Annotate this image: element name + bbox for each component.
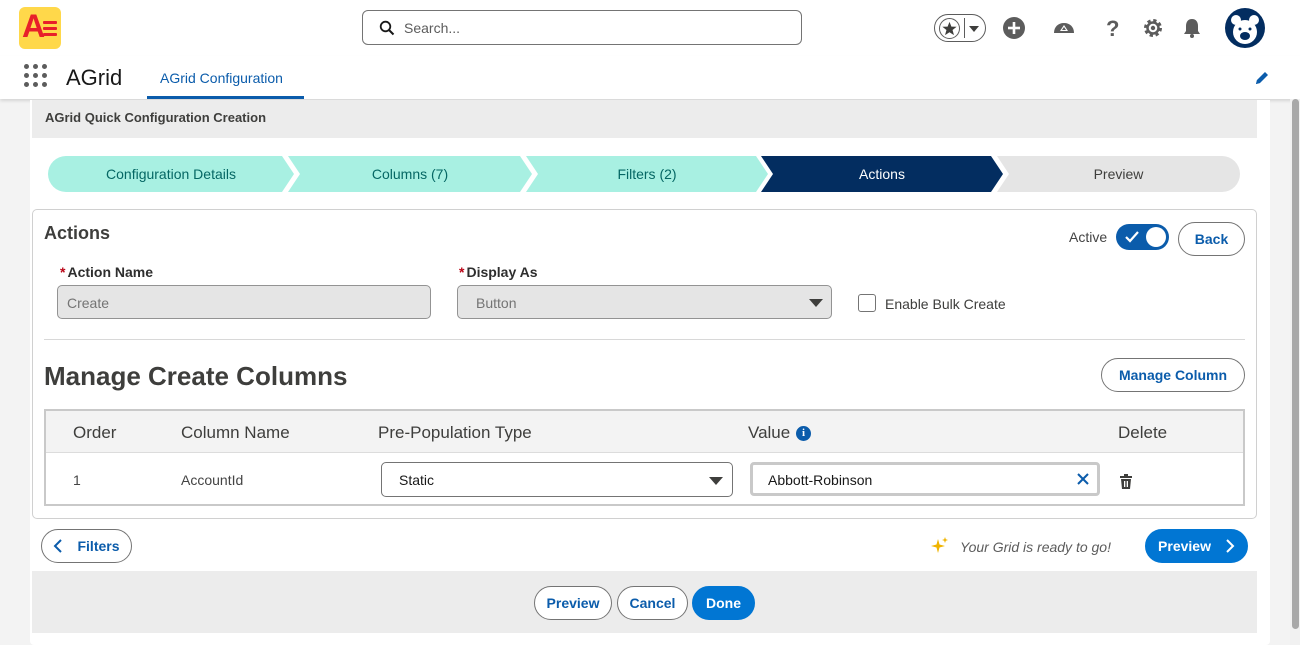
chevron-right-icon	[1226, 539, 1235, 553]
chevron-down-icon	[709, 477, 723, 485]
cell-order: 1	[73, 472, 81, 488]
manage-columns-title: Manage Create Columns	[44, 361, 348, 391]
back-to-filters-button[interactable]: Filters	[41, 529, 132, 563]
manage-column-button[interactable]: Manage Column	[1101, 358, 1245, 392]
delete-trash-icon[interactable]	[1119, 474, 1133, 489]
app-navigation-bar: AGrid AGrid Configuration	[0, 56, 1300, 99]
column-header-pre-population-type: Pre-Population Type	[378, 423, 532, 442]
page-header: AGrid Quick Configuration Creation	[32, 100, 1257, 138]
global-search-input[interactable]: Search...	[362, 10, 802, 45]
sparkle-icon	[931, 537, 948, 553]
action-name-label: * Action Name	[60, 264, 154, 280]
ready-message: Your Grid is ready to go!	[960, 539, 1111, 555]
edit-nav-pencil-icon[interactable]	[1254, 70, 1270, 86]
value-input[interactable]: Abbott-Robinson	[750, 462, 1100, 496]
column-header-order: Order	[73, 423, 117, 442]
global-header: A Search... ?	[0, 0, 1300, 56]
done-button[interactable]: Done	[692, 586, 755, 620]
configuration-path: Configuration Details Columns (7) Filter…	[48, 156, 1240, 192]
active-toggle[interactable]	[1116, 224, 1169, 250]
action-name-input[interactable]: Create	[57, 285, 431, 319]
path-step-configuration-details[interactable]: Configuration Details	[48, 156, 294, 192]
path-step-actions[interactable]: Actions	[761, 156, 1003, 192]
favorites-button[interactable]	[934, 14, 986, 42]
path-step-preview[interactable]: Preview	[997, 156, 1240, 192]
pre-population-type-select[interactable]: Static	[381, 462, 733, 497]
user-avatar[interactable]	[1225, 8, 1265, 48]
help-icon[interactable]: ?	[1100, 16, 1124, 40]
page-scrollbar[interactable]	[1290, 99, 1300, 645]
table-header: Order Column Name Pre-Population Type Va…	[46, 411, 1243, 453]
check-icon	[1125, 231, 1139, 243]
chevron-left-icon	[54, 539, 63, 553]
actions-title: Actions	[44, 223, 111, 243]
add-icon[interactable]	[1002, 16, 1026, 40]
info-icon[interactable]: i	[796, 426, 811, 441]
clear-icon[interactable]	[1077, 473, 1089, 485]
search-icon	[379, 20, 395, 36]
column-header-delete: Delete	[1118, 423, 1168, 442]
column-header-column-name: Column Name	[181, 423, 290, 442]
tab-label: AGrid Configuration	[160, 70, 283, 86]
manage-columns-table: Order Column Name Pre-Population Type Va…	[44, 409, 1245, 506]
page-title: AGrid Quick Configuration Creation	[45, 110, 267, 125]
tab-agrid-configuration[interactable]: AGrid Configuration	[147, 56, 304, 99]
enable-bulk-create-label: Enable Bulk Create	[885, 296, 1006, 312]
search-placeholder: Search...	[404, 20, 461, 36]
app-launcher-icon[interactable]	[24, 64, 48, 88]
column-header-value: Value	[748, 423, 791, 442]
cancel-button[interactable]: Cancel	[617, 586, 688, 620]
setup-gear-icon[interactable]	[1141, 16, 1165, 40]
trailhead-icon[interactable]	[1052, 16, 1076, 40]
footer-preview-button[interactable]: Preview	[534, 586, 612, 620]
divider	[44, 339, 1245, 340]
cell-column-name: AccountId	[181, 472, 244, 488]
display-as-select[interactable]: Button	[457, 285, 832, 319]
enable-bulk-create-checkbox[interactable]	[858, 294, 876, 312]
display-as-label: * Display As	[459, 264, 538, 280]
back-button[interactable]: Back	[1178, 222, 1245, 256]
chevron-down-icon	[809, 299, 823, 307]
path-step-filters[interactable]: Filters (2)	[526, 156, 768, 192]
favorites-star-icon	[939, 18, 960, 39]
active-label: Active	[1069, 229, 1108, 245]
path-step-columns[interactable]: Columns (7)	[288, 156, 532, 192]
notifications-bell-icon[interactable]	[1180, 16, 1204, 40]
svg-text:?: ?	[1106, 16, 1119, 40]
app-name: AGrid	[66, 65, 123, 90]
chevron-down-icon	[969, 26, 979, 32]
app-logo[interactable]: A	[19, 7, 61, 49]
next-preview-button[interactable]: Preview	[1145, 529, 1248, 563]
